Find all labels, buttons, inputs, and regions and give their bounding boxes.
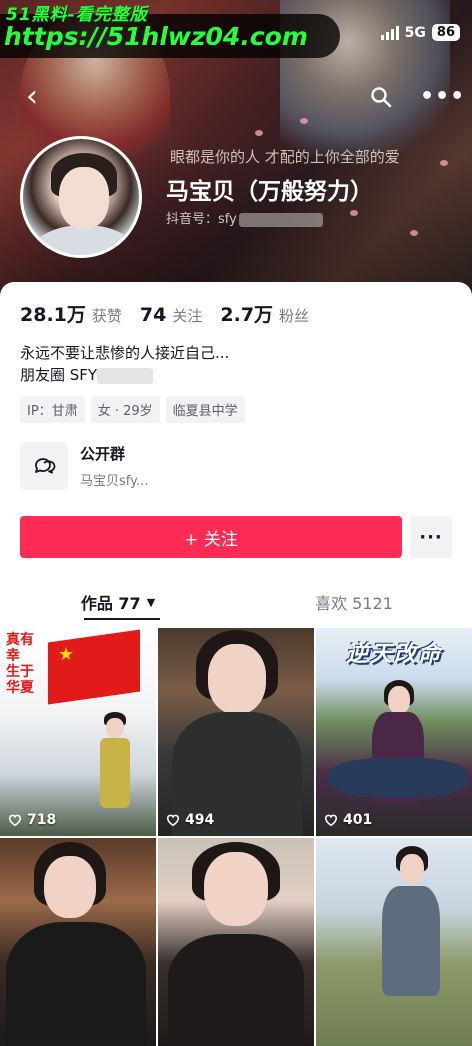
video-thumbnail[interactable]	[158, 838, 314, 1046]
heart-icon	[324, 814, 338, 827]
tag-ip: IP：甘肃	[20, 396, 85, 423]
tab-label: 喜欢 5121	[315, 594, 393, 613]
petal-decoration	[255, 130, 263, 136]
video-thumbnail[interactable]: ★ 真有幸 生于华夏 718	[0, 628, 156, 836]
group-subtitle: 马宝贝sfy...	[80, 474, 149, 489]
stat-number: 74	[139, 304, 167, 326]
tag-school[interactable]: 临夏县中学	[165, 396, 245, 423]
signal-icon	[380, 25, 399, 40]
video-grid: ★ 真有幸 生于华夏 718 494 逆天改命 401	[0, 628, 472, 1046]
battery-icon: 86	[431, 24, 460, 41]
video-thumbnail[interactable]: 494	[158, 628, 314, 836]
tab-label: 作品 77	[80, 594, 141, 613]
avatar[interactable]	[20, 136, 142, 258]
stat-likes[interactable]: 28.1万 获赞	[20, 300, 122, 327]
profile-tags: IP：甘肃 女 · 29岁 临夏县中学	[20, 396, 245, 423]
group-title: 公开群	[80, 445, 126, 463]
back-arrow-icon[interactable]: ‹	[26, 82, 38, 112]
stat-followers[interactable]: 2.7万 粉丝	[220, 300, 309, 327]
video-thumbnail[interactable]	[0, 838, 156, 1046]
search-icon[interactable]	[370, 86, 392, 108]
dropdown-triangle-icon: ▼	[146, 595, 156, 609]
petal-decoration	[350, 210, 358, 216]
likes-count: 494	[185, 812, 215, 828]
tag-gender-age: 女 · 29岁	[90, 396, 160, 423]
bio-wechat: 朋友圈 SFY	[20, 366, 98, 384]
stats-row: 28.1万 获赞 74 关注 2.7万 粉丝	[20, 300, 309, 327]
bio-line: 永远不要让悲惨的人接近自己...	[20, 344, 230, 362]
public-group-entry[interactable]: 公开群 马宝贝sfy...	[20, 442, 148, 490]
video-thumbnail[interactable]: 逆天改命 401	[316, 628, 472, 836]
stat-label: 获赞	[91, 307, 122, 325]
video-overlay-text: 逆天改命	[345, 642, 442, 667]
profile-card: 28.1万 获赞 74 关注 2.7万 粉丝 永远不要让悲惨的人接近自己... …	[0, 282, 472, 1046]
video-likes: 494	[166, 812, 214, 828]
tab-likes[interactable]: 喜欢 5121	[236, 584, 472, 620]
blurred-id	[238, 212, 323, 227]
stat-number: 2.7万	[220, 304, 274, 326]
more-dots-icon[interactable]: •••	[420, 86, 465, 108]
video-likes: 401	[324, 812, 372, 828]
stat-label: 粉丝	[279, 307, 310, 325]
petal-decoration	[410, 230, 418, 236]
blurred-text	[97, 367, 154, 384]
heart-icon	[166, 814, 180, 827]
video-overlay-text: 真有幸 生于华夏	[6, 632, 34, 696]
tab-works[interactable]: 作品 77 ▼	[0, 584, 236, 620]
stat-following[interactable]: 74 关注	[140, 304, 202, 326]
status-bar: 5G 86	[380, 24, 460, 41]
active-tab-indicator	[84, 618, 160, 620]
follow-button[interactable]: + 关注	[20, 516, 402, 558]
bio-line-2: 朋友圈 SFY	[20, 364, 229, 386]
video-thumbnail[interactable]	[316, 838, 472, 1046]
star-icon: ★	[58, 644, 75, 665]
network-type: 5G	[404, 24, 426, 41]
stat-label: 关注	[172, 307, 203, 325]
group-chat-icon	[20, 442, 68, 490]
petal-decoration	[300, 118, 308, 124]
likes-count: 718	[27, 812, 57, 828]
more-options-button[interactable]: ···	[410, 516, 452, 558]
douyin-id: 抖音号：sfy	[166, 208, 323, 227]
content-tabs: 作品 77 ▼ 喜欢 5121	[0, 584, 472, 620]
stat-number: 28.1万	[20, 304, 86, 326]
heart-icon	[8, 814, 22, 827]
video-likes: 718	[8, 812, 56, 828]
likes-count: 401	[343, 812, 373, 828]
flag-graphic	[48, 629, 140, 705]
profile-name: 马宝贝（万般努力）	[166, 179, 373, 205]
douyin-id-label: 抖音号：sfy	[166, 212, 237, 227]
bio[interactable]: 永远不要让悲惨的人接近自己... 朋友圈 SFY	[20, 342, 229, 386]
watermark-brand: 51黑料-看完整版	[6, 5, 148, 25]
banner-overlay-text: 眼都是你的人 才配的上你全部的爱	[170, 148, 400, 166]
petal-decoration	[440, 160, 448, 166]
